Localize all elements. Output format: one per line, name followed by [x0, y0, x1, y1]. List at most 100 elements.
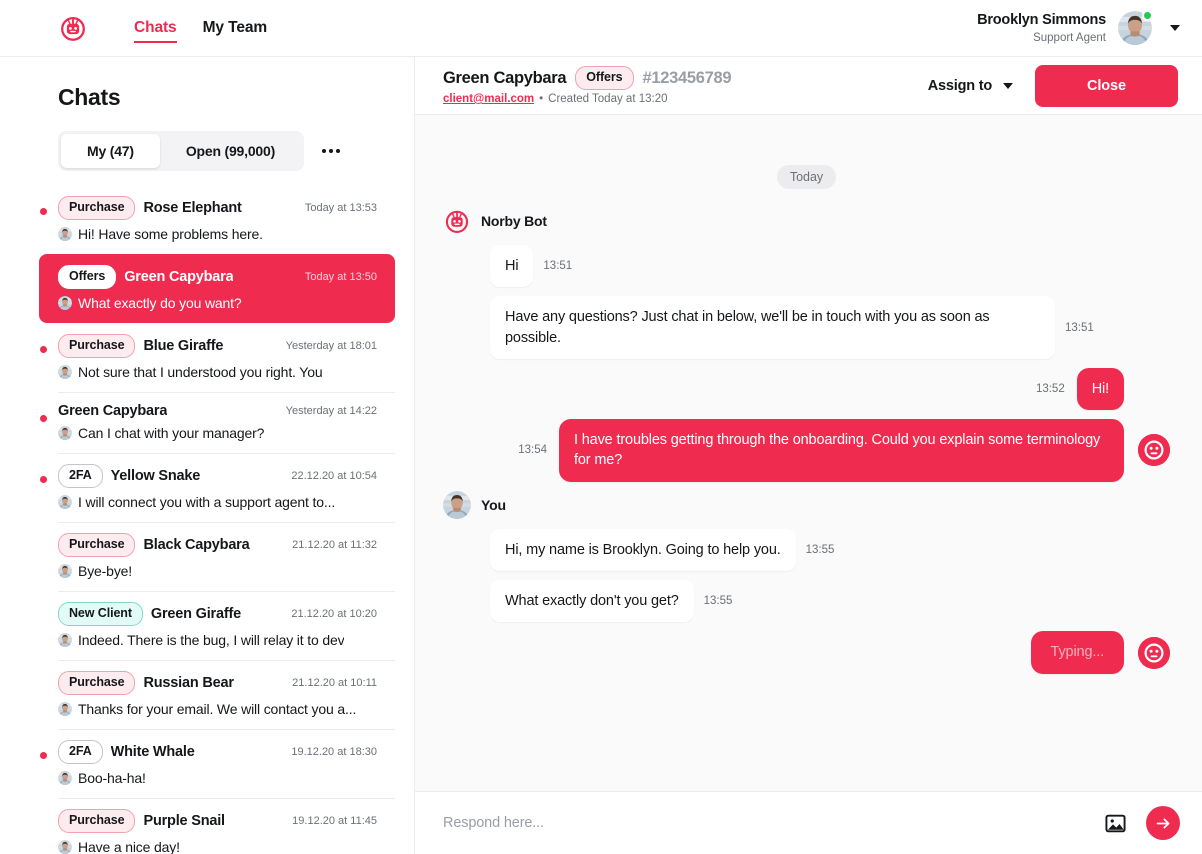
conversation-created-at: Created Today at 13:20 — [548, 93, 668, 105]
send-button[interactable] — [1146, 806, 1180, 840]
chat-list[interactable]: Purchase Rose Elephant Today at 13:53 Hi! H… — [0, 185, 414, 854]
message-input[interactable] — [443, 815, 1085, 831]
chat-preview-avatar-icon — [58, 633, 72, 647]
filter-tab-my-label: My (47) — [87, 143, 134, 159]
chat-preview-avatar-icon — [58, 564, 72, 578]
chat-item-preview: Not sure that I understood you right. Yo… — [78, 364, 323, 380]
chat-tag-badge: Purchase — [58, 809, 136, 833]
nav-tab-chats[interactable]: Chats — [134, 0, 177, 56]
chat-filters: My (47) Open (99,000) — [0, 111, 414, 185]
conversation-title-row: Green Capybara Offers #123456789 — [443, 66, 732, 90]
message-timestamp: 13:51 — [543, 260, 573, 273]
message-sender: Norby Bot — [443, 207, 1170, 235]
user-role: Support Agent — [1033, 31, 1106, 44]
client-email-link[interactable]: client@mail.com — [443, 93, 534, 105]
chat-item-preview-row: Boo-ha-ha! — [58, 770, 377, 786]
chat-item-name: White Whale — [110, 744, 195, 760]
page-title: Chats — [58, 84, 121, 110]
assign-to-dropdown[interactable]: Assign to — [928, 78, 1013, 94]
message-thread[interactable]: Today Norby Bot Hi 13:51 Have any questions?… — [415, 115, 1202, 791]
message-sender-name: Norby Bot — [481, 213, 547, 229]
unread-indicator — [40, 476, 47, 483]
chat-item-timestamp: Yesterday at 18:01 — [285, 340, 377, 352]
chat-preview-avatar-icon — [58, 771, 72, 785]
chat-list-item[interactable]: Purchase Rose Elephant Today at 13:53 Hi! H… — [0, 185, 395, 254]
user-info: Brooklyn Simmons Support Agent — [977, 11, 1106, 46]
user-menu[interactable]: Brooklyn Simmons Support Agent — [977, 10, 1180, 46]
chat-item-preview-row: Not sure that I understood you right. Yo… — [58, 364, 377, 380]
chat-item-timestamp: 21.12.20 at 10:11 — [292, 677, 377, 689]
close-button[interactable]: Close — [1035, 64, 1178, 107]
agent-avatar-icon — [443, 490, 471, 519]
chat-item-name: Blue Giraffe — [143, 338, 224, 354]
client-face-avatar-icon — [1138, 636, 1170, 669]
chat-list-item[interactable]: Purchase Purple Snail 19.12.20 at 11:45 Hav… — [0, 798, 395, 854]
message-composer — [415, 791, 1202, 854]
nav-tab-my-team[interactable]: My Team — [202, 0, 268, 56]
conversation-subtitle: client@mail.com • Created Today at 13:20 — [443, 93, 731, 105]
chat-item-name: Green Capybara — [58, 403, 168, 419]
avatar[interactable] — [1118, 10, 1153, 45]
chat-preview-avatar-icon — [58, 365, 72, 379]
unread-indicator — [40, 752, 47, 759]
chat-preview-avatar-icon — [58, 426, 72, 440]
online-status-indicator — [1142, 10, 1153, 21]
day-separator: Today — [443, 165, 1170, 189]
message-timestamp: 13:51 — [1065, 321, 1094, 334]
chat-item-name: Russian Bear — [143, 675, 234, 691]
chat-preview-avatar-icon — [58, 702, 72, 716]
attach-image-icon[interactable] — [1105, 813, 1126, 834]
chat-item-header: Purchase Black Capybara 21.12.20 at 11:32 — [58, 533, 377, 557]
chat-item-preview-row: Thanks for your email. We will contact y… — [58, 701, 377, 717]
chat-list-item[interactable]: Purchase Blue Giraffe Yesterday at 18:01 No… — [0, 323, 395, 392]
filter-tab-open-label: Open (99,000) — [185, 143, 276, 159]
chat-list-item[interactable]: Offers Green Capybara Today at 13:50 What e… — [39, 254, 395, 323]
chat-list-item[interactable]: New Client Green Giraffe 21.12.20 at 10:20… — [0, 591, 395, 660]
chevron-down-icon[interactable] — [1170, 25, 1180, 31]
filter-tab-my[interactable]: My (47) — [61, 134, 160, 168]
chat-item-preview: Thanks for your email. We will contact y… — [78, 701, 357, 717]
chat-list-item[interactable]: Purchase Russian Bear 21.12.20 at 10:11 Tha… — [0, 660, 395, 729]
message-row: 13:52 Hi! — [443, 367, 1170, 411]
chat-item-timestamp: 21.12.20 at 11:32 — [292, 539, 377, 551]
chat-list-item[interactable]: Green Capybara Yesterday at 14:22 Can I ch… — [0, 392, 395, 453]
chat-item-name: Black Capybara — [143, 537, 250, 553]
chat-list-item[interactable]: Purchase Black Capybara 21.12.20 at 11:32 B… — [0, 522, 395, 591]
chat-item-preview-row: Have a nice day! — [58, 839, 377, 854]
chat-item-name: Yellow Snake — [110, 468, 201, 484]
chat-item-preview: Hi! Have some problems here. — [78, 226, 263, 242]
chat-tag-badge: Offers — [58, 265, 117, 289]
bot-avatar-icon — [443, 207, 471, 235]
chat-item-preview: Have a nice day! — [78, 839, 180, 854]
chat-item-name: Rose Elephant — [143, 200, 242, 216]
unread-indicator — [40, 208, 47, 215]
chat-item-timestamp: 19.12.20 at 11:45 — [292, 815, 377, 827]
main-nav: Chats My Team — [134, 0, 267, 56]
message-bubble: Hi, my name is Brooklyn. Going to help y… — [490, 528, 796, 572]
chat-item-header: Purchase Blue Giraffe Yesterday at 18:01 — [58, 334, 377, 358]
chat-list-item[interactable]: 2FA White Whale 19.12.20 at 18:30 Boo-ha-ha… — [0, 729, 395, 798]
chat-list-item[interactable]: 2FA Yellow Snake 22.12.20 at 10:54 I will c… — [0, 453, 395, 522]
chat-item-name: Purple Snail — [143, 813, 225, 829]
norby-robot-logo-icon[interactable] — [58, 13, 88, 43]
chat-item-timestamp: 22.12.20 at 10:54 — [291, 470, 377, 482]
chat-item-preview: Bye-bye! — [78, 563, 133, 579]
conversation-actions: Assign to Close — [928, 64, 1178, 107]
message-row: Hi 13:51 — [443, 245, 1170, 288]
chat-item-name: Green Giraffe — [150, 606, 241, 622]
message-bubble: What exactly don't you get? — [490, 580, 694, 623]
chevron-down-icon — [1003, 82, 1013, 89]
chat-item-timestamp: 21.12.20 at 10:20 — [291, 608, 377, 620]
more-options-icon[interactable] — [318, 141, 344, 161]
conversation-tag: Offers — [575, 66, 634, 90]
conversation-ticket-id: #123456789 — [642, 68, 732, 87]
message-bubble: I have troubles getting through the onbo… — [559, 419, 1124, 482]
message-timestamp: 13:52 — [1035, 383, 1065, 396]
conversation-title-block: Green Capybara Offers #123456789 client@… — [443, 66, 732, 105]
unread-indicator — [40, 346, 47, 353]
chat-tag-badge: 2FA — [58, 464, 103, 488]
message-row: 13:54 I have troubles getting through the… — [443, 419, 1170, 482]
nav-tab-my-team-label: My Team — [202, 19, 268, 36]
filter-tab-open[interactable]: Open (99,000) — [160, 134, 301, 168]
conversation-header: Green Capybara Offers #123456789 client@… — [415, 57, 1202, 115]
